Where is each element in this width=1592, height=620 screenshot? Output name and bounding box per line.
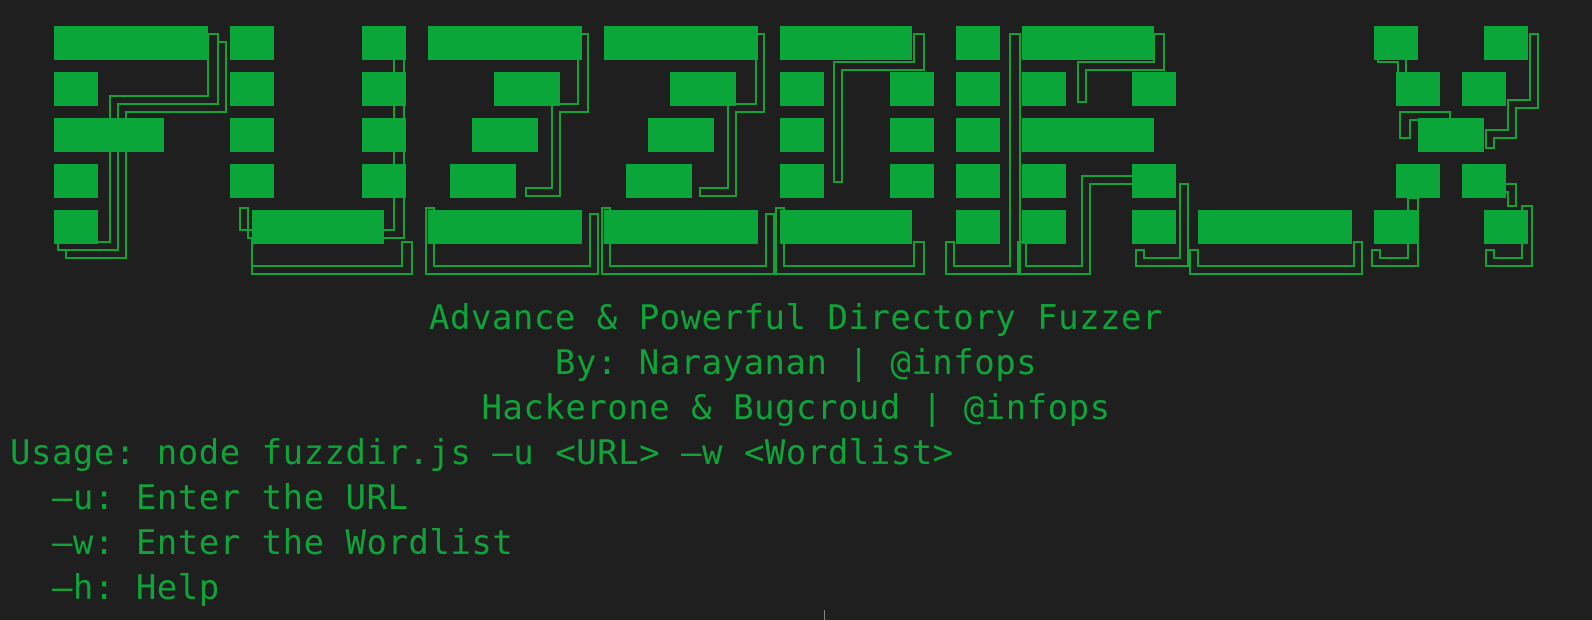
fuzzdir-x-ascii-logo <box>0 0 1592 290</box>
bounty-platforms-line: Hackerone & Bugcroud | @infops <box>481 388 1111 428</box>
url-option-help: –u: Enter the URL <box>10 478 409 518</box>
terminal-cursor <box>824 610 825 620</box>
author-line: By: Narayanan | @infops <box>554 343 1038 383</box>
terminal-window: Advance & Powerful Directory Fuzzer By: … <box>0 0 1592 620</box>
usage-command: Usage: node fuzzdir.js –u <URL> –w <Word… <box>10 433 954 473</box>
tool-description: Advance & Powerful Directory Fuzzer <box>429 298 1163 338</box>
wordlist-option-help: –w: Enter the Wordlist <box>10 523 514 563</box>
help-option-help: –h: Help <box>10 568 220 608</box>
